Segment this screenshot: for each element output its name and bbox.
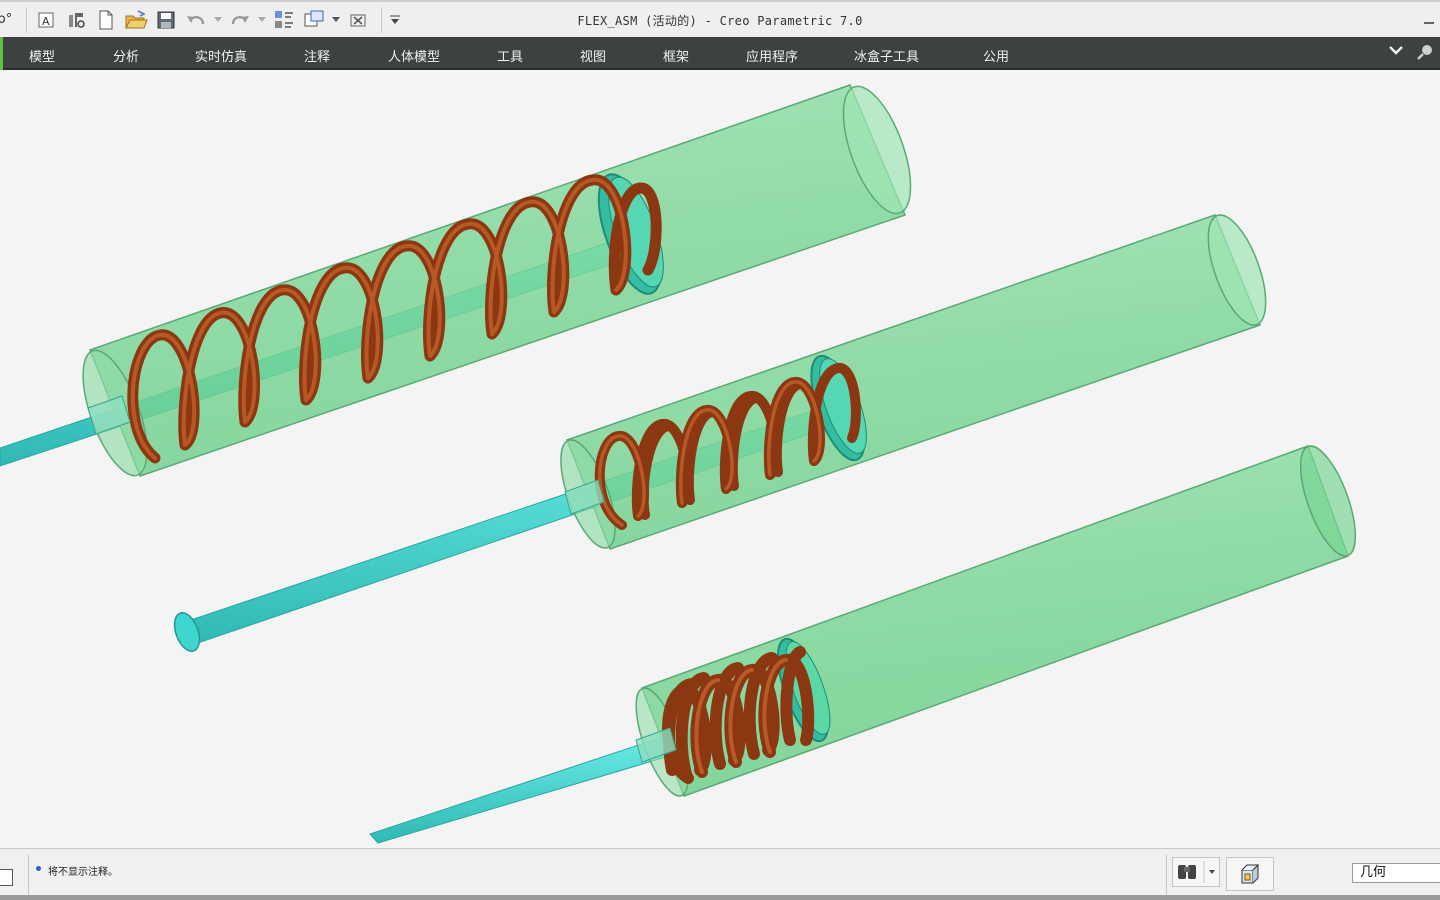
ribbon-right-controls: [1388, 43, 1434, 65]
window-bottom-border: [0, 895, 1440, 900]
spring-assembly-compressed[interactable]: [369, 440, 1367, 844]
collapse-ribbon-icon[interactable]: [1388, 43, 1404, 65]
tab-view[interactable]: 视图: [580, 46, 606, 65]
tab-framework[interactable]: 框架: [663, 46, 689, 65]
tab-annotate[interactable]: 注释: [304, 46, 330, 65]
tab-analysis[interactable]: 分析: [113, 46, 139, 65]
panel-toggle-icon[interactable]: [0, 869, 13, 886]
title-bar: o° A FLEX_ASM (活动的) - Creo Parametric 7.…: [0, 0, 1440, 37]
window-title: FLEX_ASM (活动的) - Creo Parametric 7.0: [577, 14, 863, 28]
tab-tools[interactable]: 工具: [497, 46, 523, 65]
tab-live-simulation[interactable]: 实时仿真: [195, 46, 247, 65]
info-dot-icon: [36, 866, 41, 871]
tab-manikin[interactable]: 人体模型: [388, 46, 440, 65]
find-button[interactable]: [1172, 857, 1220, 887]
selection-box-button[interactable]: [1226, 857, 1274, 891]
minimize-icon[interactable]: [1422, 10, 1436, 24]
ribbon-tabs: 模型 分析 实时仿真 注释 人体模型 工具 视图 框架 应用程序 冰盒子工具 公…: [0, 37, 1440, 70]
status-message: 将不显示注释。: [48, 867, 118, 878]
box-select-icon: [1241, 863, 1260, 884]
search-icon[interactable]: [1416, 43, 1434, 65]
tab-model[interactable]: 模型: [29, 46, 55, 65]
status-bar: 将不显示注释。 几何: [0, 848, 1440, 900]
file-menu-edge[interactable]: [0, 37, 3, 70]
status-separator: [28, 855, 29, 895]
binoculars-icon: [1178, 861, 1215, 883]
graphics-window[interactable]: [0, 72, 1440, 848]
tab-utilities[interactable]: 公用: [983, 46, 1009, 65]
tab-icebox-tools[interactable]: 冰盒子工具: [854, 46, 919, 65]
model-viewport[interactable]: [0, 72, 1440, 848]
selection-filter-dropdown[interactable]: 几何: [1352, 863, 1440, 883]
status-separator: [1166, 855, 1167, 895]
tab-applications[interactable]: 应用程序: [746, 46, 798, 65]
